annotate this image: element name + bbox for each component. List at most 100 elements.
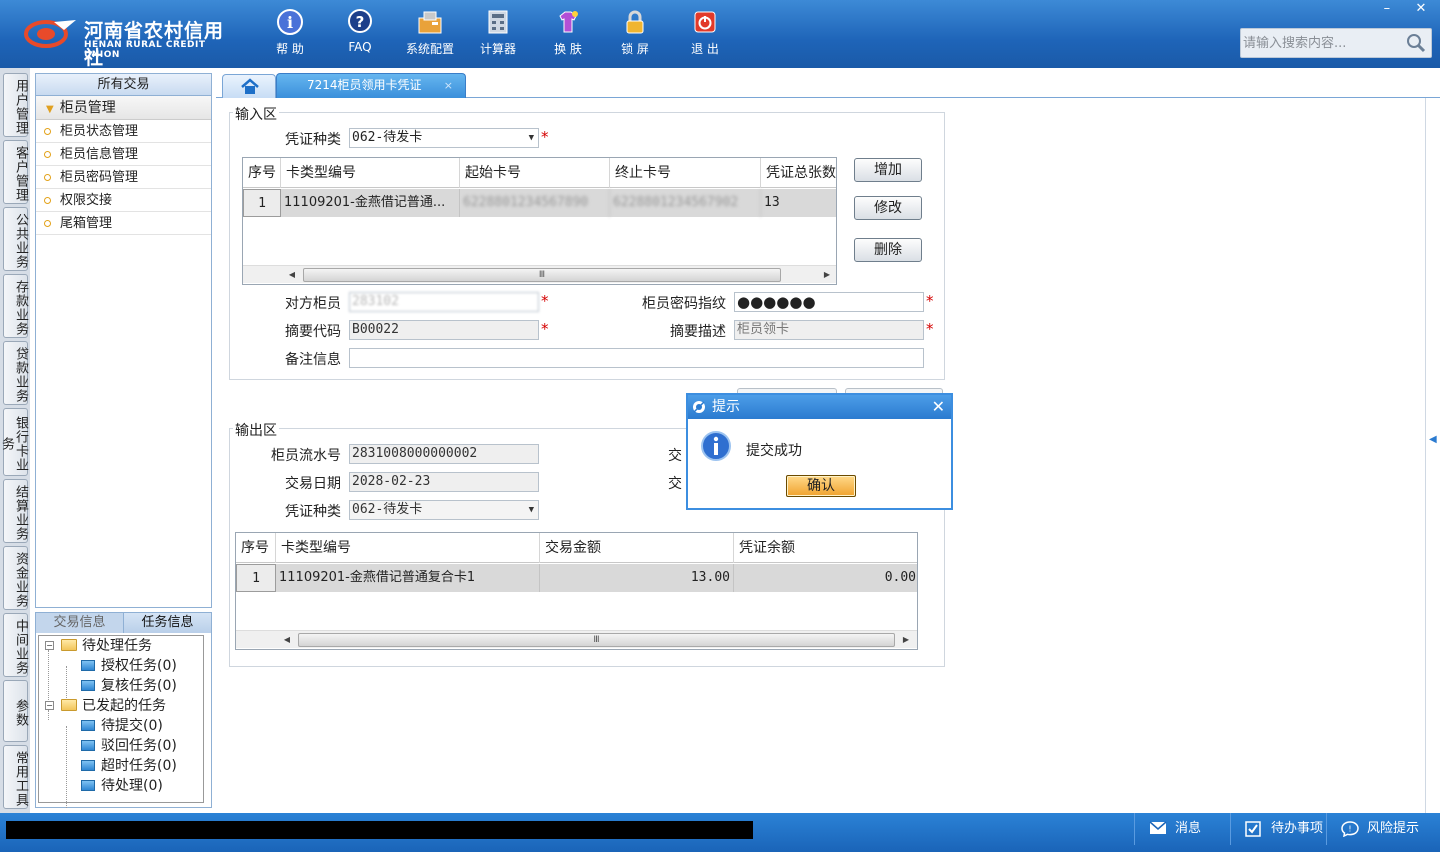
settings-button[interactable]: 系统配置 — [400, 8, 460, 62]
output-voucher-type-select[interactable]: 062-待发卡 ▼ — [349, 500, 539, 520]
required-mark: * — [541, 128, 549, 146]
calculator-button[interactable]: 计算器 — [468, 8, 528, 62]
faq-button[interactable]: ? FAQ — [330, 8, 390, 62]
todo-button[interactable]: 待办事项 — [1230, 813, 1326, 845]
menu-item-permission-handover[interactable]: 权限交接 — [36, 189, 211, 212]
risk-alert-button[interactable]: ! 风险提示 — [1326, 813, 1440, 845]
module-tab-bankcard[interactable]: 银行卡业务 — [0, 408, 28, 476]
tab-7214-card-voucher[interactable]: 7214柜员领用卡凭证 × — [276, 73, 466, 98]
collapse-icon[interactable]: − — [45, 701, 54, 710]
col-header-start-card[interactable]: 起始卡号 — [460, 158, 610, 188]
remark-label: 备注信息 — [285, 352, 341, 368]
content-tabbar: 7214柜员领用卡凭证 × — [216, 72, 1440, 98]
menu-item-teller-password[interactable]: 柜员密码管理 — [36, 166, 211, 189]
module-tab-customer-mgmt[interactable]: 客户管理 — [3, 140, 28, 204]
scroll-left-icon[interactable]: ◀ — [283, 266, 301, 284]
skin-button[interactable]: 换 肤 — [538, 8, 598, 62]
table-row[interactable]: 1 11109201-金燕借记普通... 6228801234567890 62… — [243, 189, 836, 217]
module-tab-params[interactable]: 参数 — [3, 680, 28, 742]
module-tab-public[interactable]: 公共业务 — [3, 207, 28, 271]
col-header-card-type[interactable]: 卡类型编号 — [276, 533, 540, 563]
task-icon — [81, 719, 95, 731]
remark-field[interactable] — [349, 348, 924, 368]
col-header-balance[interactable]: 凭证余额 — [734, 533, 917, 563]
edit-button[interactable]: 修改 — [854, 196, 922, 220]
lock-button[interactable]: 锁 屏 — [605, 8, 665, 62]
module-tab-tools[interactable]: 常用工具 — [3, 745, 28, 809]
menu-item-teller-info[interactable]: 柜员信息管理 — [36, 143, 211, 166]
teller-password-label: 柜员密码指纹 — [642, 296, 726, 312]
module-tab-deposit[interactable]: 存款业务 — [3, 274, 28, 338]
svg-text:i: i — [287, 13, 293, 32]
scroll-thumb[interactable]: Ⅲ — [303, 268, 781, 282]
folder-icon — [61, 639, 77, 651]
scroll-right-icon[interactable]: ▶ — [897, 631, 915, 649]
collapse-arrow-icon[interactable]: ◀ — [1429, 434, 1437, 445]
summary-desc-field[interactable]: 柜员领卡 — [734, 320, 924, 340]
tree-node-pending[interactable]: − 待处理任务 — [45, 636, 152, 656]
output-voucher-type-value: 062-待发卡 — [352, 502, 423, 517]
module-tab-intermediary[interactable]: 中间业务 — [3, 613, 28, 677]
scroll-thumb[interactable]: Ⅲ — [298, 633, 895, 647]
table-row[interactable]: 1 11109201-金燕借记普通复合卡1 13.00 0.00 — [236, 564, 917, 592]
tree-node-label: 待处理任务 — [82, 638, 152, 654]
menu-item-teller-status[interactable]: 柜员状态管理 — [36, 120, 211, 143]
counterpart-teller-field[interactable]: 283102 — [349, 292, 539, 312]
module-tab-funds[interactable]: 资金业务 — [3, 546, 28, 610]
tab-task-info[interactable]: 任务信息 — [124, 613, 211, 633]
exit-button[interactable]: 退 出 — [675, 8, 735, 62]
tree-node-label: 超时任务(0) — [101, 758, 177, 774]
horizontal-scrollbar[interactable]: ◀ Ⅲ ▶ — [243, 265, 836, 283]
col-header-no[interactable]: 序号 — [243, 158, 281, 188]
status-message-area — [6, 821, 753, 839]
tab-close-icon[interactable]: × — [444, 74, 453, 97]
tree-node-pending-processing[interactable]: 待处理(0) — [81, 776, 163, 796]
menu-item-label: 权限交接 — [60, 193, 113, 208]
col-header-card-type[interactable]: 卡类型编号 — [281, 158, 460, 188]
prompt-dialog: 提示 ✕ 提交成功 确认 — [686, 393, 953, 510]
module-tab-user-mgmt[interactable]: 用户管理 — [3, 73, 28, 137]
tree-node-label: 复核任务(0) — [101, 678, 177, 694]
search-input[interactable] — [1243, 32, 1403, 54]
menu-group-teller[interactable]: ▼ 柜员管理 — [36, 96, 211, 120]
minimize-button[interactable]: – — [1372, 0, 1402, 18]
scroll-left-icon[interactable]: ◀ — [278, 631, 296, 649]
dialog-close-icon[interactable]: ✕ — [932, 395, 945, 419]
tab-transaction-info[interactable]: 交易信息 — [36, 613, 124, 633]
input-area-title: 输入区 — [233, 104, 279, 124]
home-tab[interactable] — [222, 74, 276, 98]
module-tab-settlement[interactable]: 结算业务 — [3, 479, 28, 543]
col-header-amount[interactable]: 交易金额 — [540, 533, 734, 563]
trade-field-label-partial: 交 — [668, 476, 682, 492]
help-button[interactable]: i 帮 助 — [260, 8, 320, 62]
voucher-type-select[interactable]: 062-待发卡 ▼ — [349, 128, 539, 148]
summary-code-field[interactable]: B00022 — [349, 320, 539, 340]
tree-node-auth-task[interactable]: 授权任务(0) — [81, 656, 177, 676]
close-window-button[interactable]: ✕ — [1406, 0, 1436, 18]
tree-node-rejected[interactable]: 驳回任务(0) — [81, 736, 177, 756]
delete-button[interactable]: 删除 — [854, 238, 922, 262]
confirm-button[interactable]: 确认 — [786, 475, 856, 497]
col-header-no[interactable]: 序号 — [236, 533, 276, 563]
menu-item-tail-box[interactable]: 尾箱管理 — [36, 212, 211, 235]
tree-node-initiated[interactable]: − 已发起的任务 — [45, 696, 166, 716]
search-icon[interactable] — [1405, 32, 1427, 54]
tree-node-review-task[interactable]: 复核任务(0) — [81, 676, 177, 696]
teller-password-field[interactable]: ●●●●●● — [734, 292, 924, 312]
tree-node-to-submit[interactable]: 待提交(0) — [81, 716, 163, 736]
tree-node-timeout[interactable]: 超时任务(0) — [81, 756, 177, 776]
dialog-message: 提交成功 — [746, 443, 802, 459]
add-button[interactable]: 增加 — [854, 158, 922, 182]
dialog-titlebar[interactable]: 提示 ✕ — [688, 395, 951, 419]
horizontal-scrollbar[interactable]: ◀ Ⅲ ▶ — [236, 630, 917, 648]
trade-date-field[interactable]: 2028-02-23 — [349, 472, 539, 492]
scroll-right-icon[interactable]: ▶ — [818, 266, 836, 284]
messages-button[interactable]: 消息 — [1134, 813, 1230, 845]
module-tab-loan[interactable]: 贷款业务 — [3, 341, 28, 405]
col-header-total-count[interactable]: 凭证总张数 — [761, 158, 836, 188]
col-header-end-card[interactable]: 终止卡号 — [610, 158, 761, 188]
collapse-icon[interactable]: − — [45, 641, 54, 650]
teller-serial-field[interactable]: 2831008000000002 — [349, 444, 539, 464]
messages-label: 消息 — [1175, 821, 1202, 836]
search-box — [1240, 28, 1432, 58]
